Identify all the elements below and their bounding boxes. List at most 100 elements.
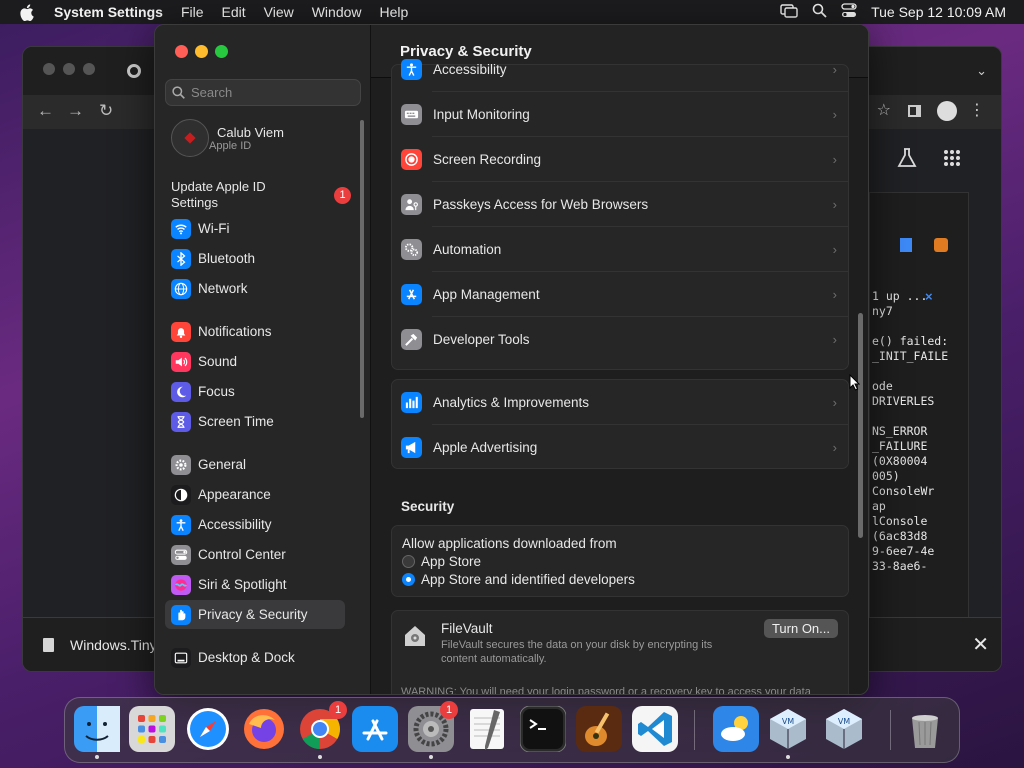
- radio-dot[interactable]: [402, 555, 415, 568]
- privacy-row-automation[interactable]: Automation ›: [392, 227, 848, 272]
- privacy-row-accessibility[interactable]: Accessibility ›: [392, 47, 848, 92]
- chrome-tab-icon[interactable]: [127, 64, 141, 78]
- extension-icon[interactable]: [934, 238, 948, 252]
- sidebar-item-siri-spotlight[interactable]: Siri & Spotlight: [165, 570, 345, 599]
- accessibility-icon: [401, 59, 422, 80]
- profile-avatar-icon[interactable]: [937, 101, 957, 121]
- menu-view[interactable]: View: [255, 4, 303, 20]
- close-download-bar-icon[interactable]: ✕: [972, 632, 989, 657]
- forward-arrow-icon[interactable]: →: [67, 101, 84, 121]
- system-settings-icon[interactable]: 1: [408, 701, 458, 759]
- virtualbox-vm-icon[interactable]: VM: [821, 706, 867, 752]
- window-close-button[interactable]: [43, 63, 55, 75]
- running-indicator: [429, 755, 433, 759]
- sidebar-item-bluetooth[interactable]: Bluetooth: [165, 244, 345, 273]
- sidebar-item-screen-time[interactable]: Screen Time: [165, 407, 345, 436]
- hand-icon: [171, 604, 191, 625]
- sidebar-item-label: Control Center: [198, 547, 286, 562]
- radio-app-store-identified[interactable]: App Store and identified developers: [402, 572, 838, 587]
- zoom-window-button[interactable]: [215, 45, 228, 58]
- trash-icon[interactable]: [902, 706, 948, 752]
- virtualbox-icon[interactable]: VM: [765, 706, 811, 759]
- sidebar-scrollbar[interactable]: [360, 120, 364, 418]
- radio-app-store[interactable]: App Store: [402, 554, 838, 569]
- textedit-icon[interactable]: [464, 706, 510, 752]
- menu-app-name[interactable]: System Settings: [52, 4, 172, 20]
- spotlight-search-icon[interactable]: [812, 3, 827, 21]
- log-line: 1 up ...: [872, 289, 928, 303]
- moon-icon: [171, 381, 191, 402]
- chevron-right-icon: ›: [832, 287, 837, 302]
- radio-dot-selected[interactable]: [402, 573, 415, 586]
- privacy-row-analytics-improvements[interactable]: Analytics & Improvements ›: [392, 380, 848, 425]
- sidebar-item-label: Network: [198, 281, 248, 296]
- chevron-right-icon: ›: [832, 62, 837, 77]
- more-menu-icon[interactable]: ⋮: [969, 100, 985, 120]
- log-line: _INIT_FAILE: [872, 349, 949, 363]
- download-filename[interactable]: Windows.Tiny: [70, 637, 157, 653]
- allow-apps-label: Allow applications downloaded from: [402, 536, 617, 551]
- menu-edit[interactable]: Edit: [213, 4, 255, 20]
- dock: 1 1 VM VM: [64, 697, 960, 763]
- privacy-row-screen-recording[interactable]: Screen Recording ›: [392, 137, 848, 182]
- update-apple-id-settings[interactable]: Update Apple ID Settings 1: [171, 179, 351, 211]
- garageband-icon[interactable]: [576, 706, 622, 752]
- radio-label: App Store: [421, 554, 482, 569]
- sort-icon[interactable]: [900, 238, 912, 252]
- apple-id-account[interactable]: Calub Viem Apple ID: [171, 119, 284, 157]
- sidebar-item-notifications[interactable]: Notifications: [165, 317, 345, 346]
- privacy-row-apple-advertising[interactable]: Apple Advertising ›: [392, 425, 848, 470]
- privacy-row-developer-tools[interactable]: Developer Tools ›: [392, 317, 848, 362]
- sidebar-item-control-center[interactable]: Control Center: [165, 540, 345, 569]
- turn-on-filevault-button[interactable]: Turn On...: [763, 619, 838, 638]
- window-minimize-button[interactable]: [63, 63, 75, 75]
- filevault-group: FileVault FileVault secures the data on …: [391, 610, 849, 694]
- app-store-icon: [401, 284, 422, 305]
- sidebar-item-privacy-security[interactable]: Privacy & Security: [165, 600, 345, 629]
- weather-icon[interactable]: [713, 706, 759, 752]
- privacy-row-passkeys-access-for-web-browsers[interactable]: Passkeys Access for Web Browsers ›: [392, 182, 848, 227]
- sidebar-item-general[interactable]: General: [165, 450, 345, 479]
- launchpad-icon[interactable]: [129, 706, 175, 752]
- window-zoom-button[interactable]: [83, 63, 95, 75]
- apps-grid-icon[interactable]: [943, 149, 961, 172]
- labs-flask-icon[interactable]: [896, 147, 918, 174]
- sidebar-item-accessibility[interactable]: Accessibility: [165, 510, 345, 539]
- bookmark-star-icon[interactable]: ☆: [877, 100, 891, 120]
- sidebar-item-network[interactable]: Network: [165, 274, 345, 303]
- content-scrollbar[interactable]: [858, 313, 863, 538]
- sidebar-item-wi-fi[interactable]: Wi-Fi: [165, 214, 345, 243]
- menu-window[interactable]: Window: [303, 4, 371, 20]
- menu-file[interactable]: File: [172, 4, 213, 20]
- app-store-icon[interactable]: [352, 706, 398, 752]
- sidebar-item-label: Accessibility: [198, 517, 272, 532]
- dock-badge: 1: [329, 701, 347, 719]
- terminal-icon[interactable]: [520, 706, 566, 752]
- finder-icon[interactable]: [74, 706, 120, 759]
- minimize-window-button[interactable]: [195, 45, 208, 58]
- sidebar-item-desktop-dock[interactable]: Desktop & Dock: [165, 643, 345, 672]
- dock-divider: [890, 710, 891, 750]
- vscode-icon[interactable]: [632, 706, 678, 752]
- control-center-icon[interactable]: [841, 3, 857, 21]
- close-window-button[interactable]: [175, 45, 188, 58]
- side-panel-icon[interactable]: [908, 105, 921, 117]
- back-arrow-icon[interactable]: ←: [37, 101, 54, 121]
- reload-icon[interactable]: ↻: [99, 101, 113, 121]
- log-line: lConsole: [872, 514, 928, 528]
- sidebar-item-appearance[interactable]: Appearance: [165, 480, 345, 509]
- safari-icon[interactable]: [185, 706, 231, 752]
- sidebar-item-sound[interactable]: Sound: [165, 347, 345, 376]
- apple-menu-icon[interactable]: [0, 3, 52, 21]
- tab-search-chevron-icon[interactable]: ⌄: [976, 63, 987, 79]
- menu-clock[interactable]: Tue Sep 12 10:09 AM: [871, 4, 1006, 20]
- firefox-icon[interactable]: [241, 706, 287, 752]
- privacy-row-input-monitoring[interactable]: Input Monitoring ›: [392, 92, 848, 137]
- chrome-icon[interactable]: 1: [297, 701, 347, 759]
- menu-help[interactable]: Help: [371, 4, 418, 20]
- gear-icon: [171, 454, 191, 475]
- privacy-row-app-management[interactable]: App Management ›: [392, 272, 848, 317]
- sidebar-item-focus[interactable]: Focus: [165, 377, 345, 406]
- search-input[interactable]: [191, 85, 351, 100]
- display-mirror-icon[interactable]: [780, 3, 798, 21]
